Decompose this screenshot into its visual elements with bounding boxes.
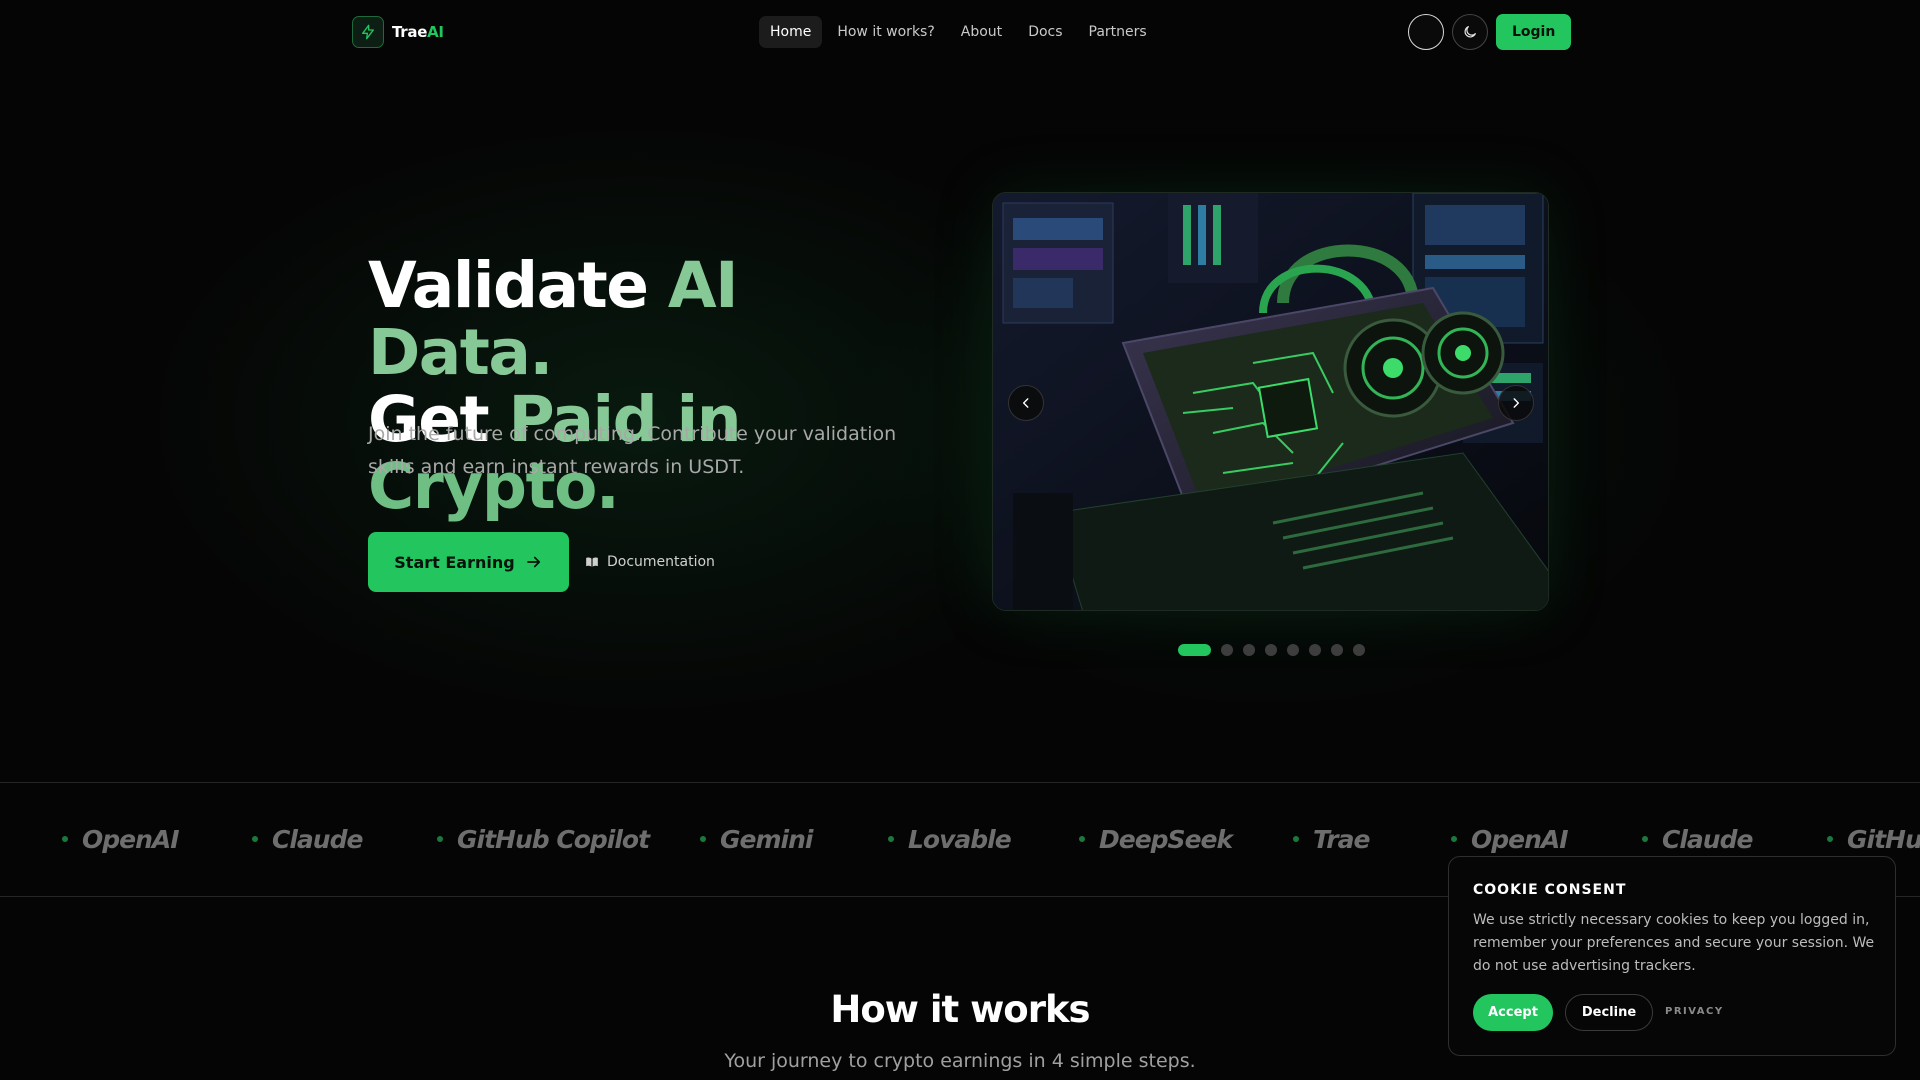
hero-image-carousel[interactable] bbox=[992, 192, 1549, 611]
partner-item: GitHub Copilot bbox=[437, 821, 650, 857]
cookie-privacy-link[interactable]: PRIVACY bbox=[1665, 1006, 1724, 1017]
carousel-dot-5[interactable] bbox=[1287, 644, 1299, 656]
partner-item: Claude bbox=[1642, 821, 1753, 857]
gpu-slide-image bbox=[993, 193, 1548, 610]
documentation-link[interactable]: Documentation bbox=[585, 548, 715, 576]
carousel-dot-1[interactable] bbox=[1178, 644, 1211, 656]
cookie-accept-button[interactable]: Accept bbox=[1473, 994, 1553, 1031]
user-avatar-button[interactable] bbox=[1408, 14, 1444, 50]
cookie-text: We use strictly necessary cookies to kee… bbox=[1473, 912, 1875, 974]
cookie-decline-button[interactable]: Decline bbox=[1565, 994, 1653, 1031]
hero-background-glow bbox=[0, 0, 1920, 780]
nav-links: Home How it works? About Docs Partners bbox=[759, 16, 1158, 48]
nav-docs[interactable]: Docs bbox=[1017, 16, 1073, 48]
moon-icon bbox=[1464, 26, 1476, 38]
start-earning-label: Start Earning bbox=[394, 552, 515, 572]
carousel-dot-8[interactable] bbox=[1353, 644, 1365, 656]
cookie-title: COOKIE CONSENT bbox=[1473, 882, 1627, 898]
carousel-prev-button[interactable] bbox=[1008, 385, 1044, 421]
hero-subtitle: Join the future of computing. Contribute… bbox=[368, 423, 897, 478]
carousel-dot-4[interactable] bbox=[1265, 644, 1277, 656]
top-navbar: TraeAI Home How it works? About Docs Par… bbox=[0, 0, 1920, 64]
nav-about[interactable]: About bbox=[950, 16, 1013, 48]
theme-toggle-button[interactable] bbox=[1452, 14, 1488, 50]
partner-item: OpenAI bbox=[1451, 821, 1569, 857]
login-button[interactable]: Login bbox=[1496, 14, 1572, 50]
carousel-pagination bbox=[1178, 644, 1365, 656]
carousel-dot-6[interactable] bbox=[1309, 644, 1321, 656]
nav-how-it-works[interactable]: How it works? bbox=[826, 16, 945, 48]
partner-item: DeepSeek bbox=[1079, 821, 1233, 857]
nav-partners[interactable]: Partners bbox=[1078, 16, 1158, 48]
nav-actions: Login bbox=[1408, 14, 1572, 50]
start-earning-button[interactable]: Start Earning bbox=[368, 532, 569, 592]
partner-item: Gemini bbox=[700, 821, 813, 857]
chevron-right-icon bbox=[1513, 398, 1520, 408]
carousel-dot-2[interactable] bbox=[1221, 644, 1233, 656]
partner-item: GitHub bbox=[1827, 821, 1920, 857]
documentation-label: Documentation bbox=[607, 554, 715, 570]
partner-item: Trae bbox=[1293, 821, 1370, 857]
arrow-right-icon bbox=[526, 556, 540, 568]
carousel-next-button[interactable] bbox=[1498, 385, 1534, 421]
brand-name: TraeAI bbox=[392, 23, 444, 41]
chevron-left-icon bbox=[1022, 398, 1029, 408]
partner-item: Claude bbox=[252, 821, 363, 857]
partner-item: Lovable bbox=[888, 821, 1012, 857]
cookie-consent-dialog: COOKIE CONSENT We use strictly necessary… bbox=[1448, 856, 1896, 1056]
book-icon bbox=[586, 557, 598, 567]
brand-logo[interactable]: TraeAI bbox=[352, 16, 444, 48]
carousel-dot-7[interactable] bbox=[1331, 644, 1343, 656]
nav-home[interactable]: Home bbox=[759, 16, 823, 48]
carousel-dot-3[interactable] bbox=[1243, 644, 1255, 656]
partner-item: OpenAI bbox=[62, 821, 180, 857]
bolt-icon bbox=[352, 16, 384, 48]
